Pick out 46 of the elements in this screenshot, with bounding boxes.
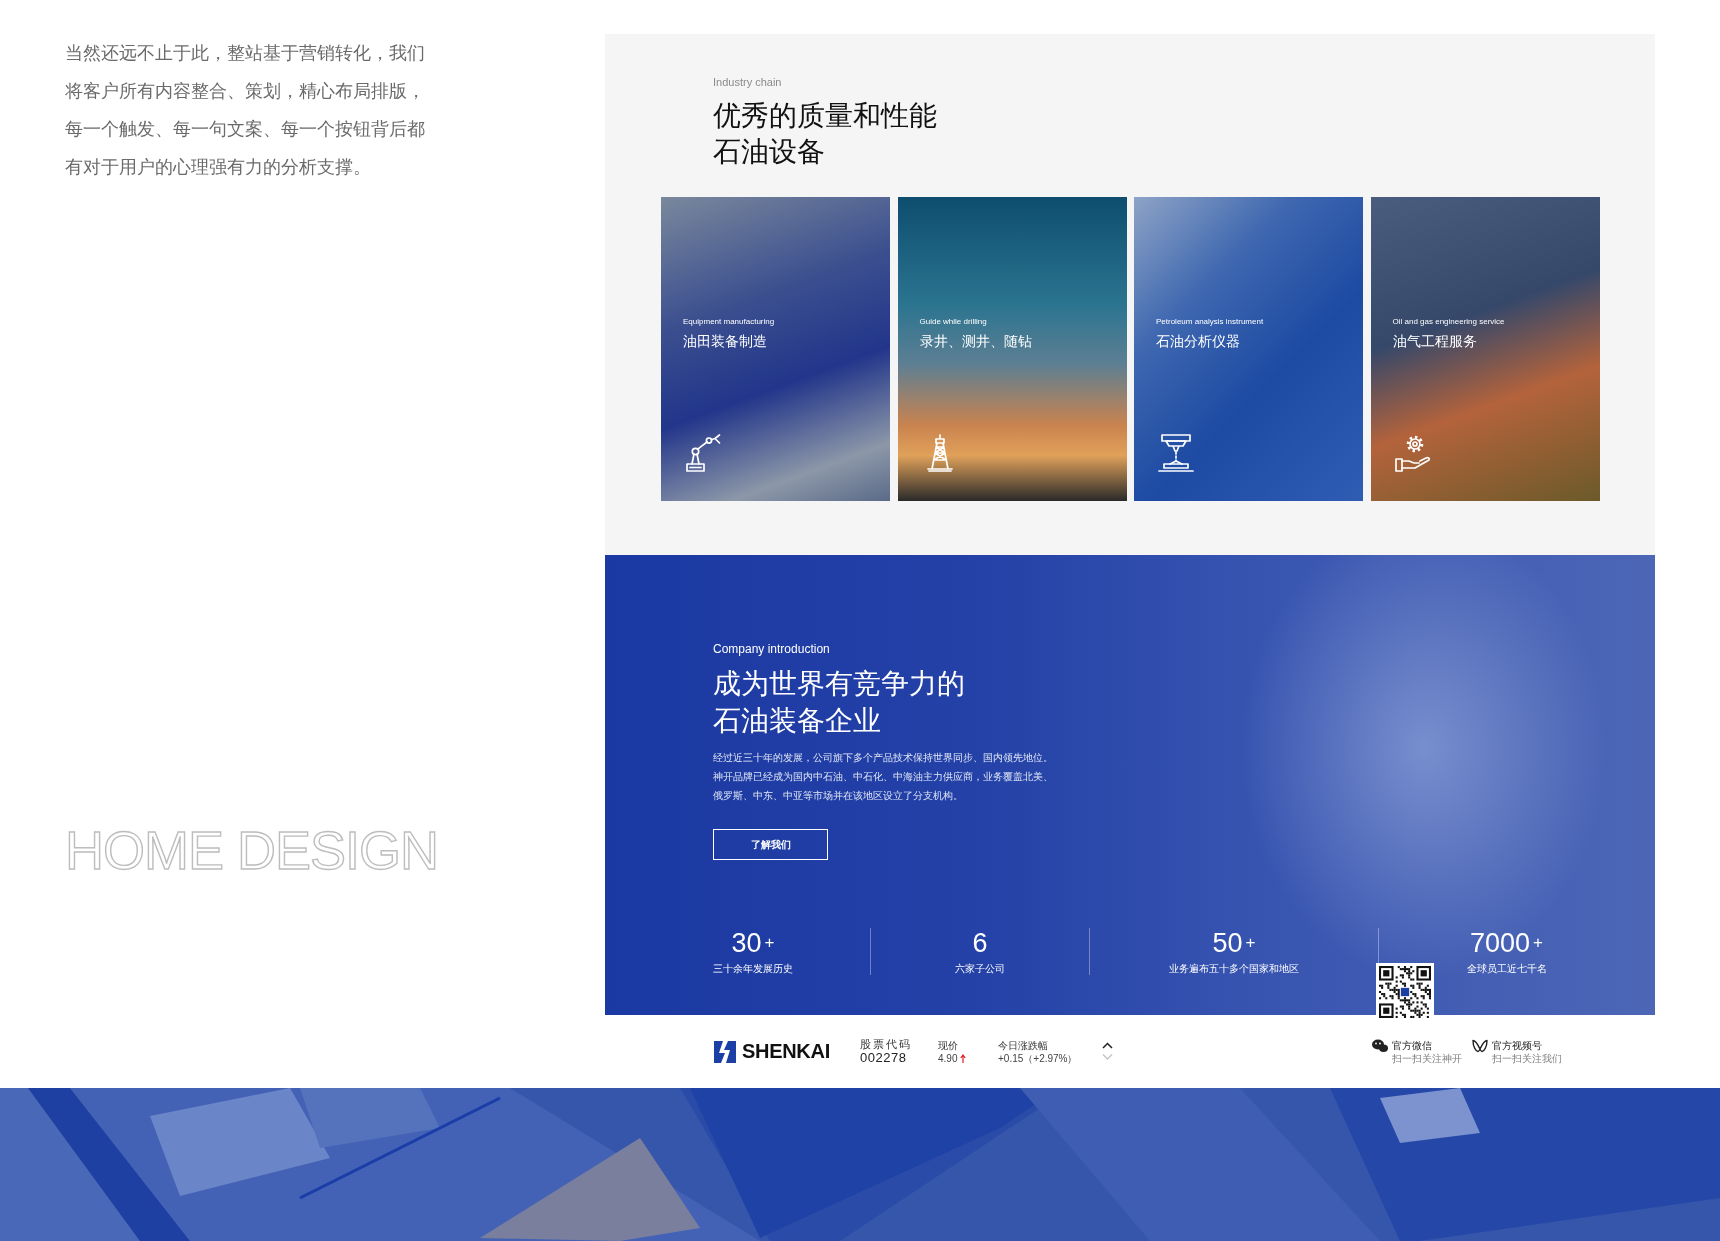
- stat-label: 六家子公司: [955, 962, 1005, 975]
- change-label: 今日涨跌幅: [998, 1038, 1048, 1052]
- scroll-up-button[interactable]: [1102, 1042, 1113, 1050]
- hand-gear-icon: [1392, 433, 1433, 473]
- section-title: 成为世界有竞争力的 石油装备企业: [713, 666, 965, 739]
- card-subtitle: Equipment manufacturing: [683, 317, 775, 327]
- stat-label: 业务遍布五十多个国家和地区: [1169, 962, 1299, 975]
- stat-label: 三十余年发展历史: [713, 962, 793, 975]
- card-subtitle: Petroleum analysis instrument: [1156, 317, 1264, 327]
- card-subtitle: Guide while drilling: [919, 317, 987, 327]
- robot-arm-icon: [683, 433, 723, 473]
- stat-value: 30$^{+}$: [731, 928, 775, 958]
- card-title: 石油分析仪器: [1156, 332, 1240, 350]
- laser-machine-icon: [1156, 433, 1196, 473]
- butterfly-icon: [1472, 1038, 1488, 1053]
- showcase-title: HOME DESIGN: [65, 823, 439, 877]
- card-title: 录井、测井、随钻: [919, 332, 1032, 350]
- social-link[interactable]: 官方微信 扫一扫关注神开: [1372, 1038, 1462, 1065]
- intro-paragraph: 当然还远不止于此，整站基于营销转化，我们 将客户所有内容整合、策划，精心布局排版， 每一个触发、每一句文案、每一个按钮背后都 有对于用户的心理强有力的分析支撑。: [65, 41, 425, 179]
- stat-value: 6: [972, 928, 988, 958]
- stock-code: 002278: [860, 1051, 907, 1065]
- stat-label: 全球员工近七千名: [1466, 962, 1547, 975]
- learn-more-button[interactable]: 了解我们: [713, 829, 828, 860]
- chat-bubbles-icon: [1372, 1038, 1388, 1053]
- section-eyebrow: Company introduction: [713, 641, 830, 657]
- product-card[interactable]: Petroleum analysis instrument 石油分析仪器: [1134, 197, 1363, 501]
- stat-value: 50$^{+}$: [1212, 928, 1256, 958]
- section-title: 优秀的质量和性能 石油设备: [713, 98, 937, 170]
- price-value: 4.90: [938, 1051, 958, 1065]
- stock-code-label: 股票代码: [860, 1038, 912, 1051]
- company-description: 经过近三十年的发展，公司旗下多个产品技术保持世界同步、国内领先地位。 神开品牌已经成为国内中石油、中石化、中海油主力供应商，业务覆盖北美、 俄罗斯、中东、中亚等市场并在该地区设立了分支机构。: [713, 751, 1053, 803]
- brand-name[interactable]: SHENKAI: [742, 1040, 830, 1063]
- product-card[interactable]: Guide while drilling 录井、测井、随钻: [897, 197, 1127, 501]
- card-subtitle: Oil and gas engineering service: [1392, 317, 1505, 327]
- product-card[interactable]: Equipment manufacturing 油田装备制造: [661, 197, 890, 501]
- stat-value: 7000$^{+}$: [1470, 928, 1543, 958]
- chevron-down-icon: [1102, 1053, 1113, 1061]
- card-title: 油田装备制造: [683, 332, 767, 350]
- logo-icon: [714, 1040, 736, 1063]
- social-link[interactable]: 官方视频号 扫一扫关注我们: [1472, 1038, 1562, 1065]
- card-title: 油气工程服务: [1392, 332, 1477, 350]
- chevron-up-icon: [1102, 1042, 1113, 1050]
- product-card[interactable]: Oil and gas engineering service 油气工程服务: [1370, 197, 1600, 501]
- price-label: 现价: [938, 1038, 958, 1052]
- change-value: +0.15（+2.97%）: [998, 1051, 1078, 1065]
- section-eyebrow: Industry chain: [713, 75, 782, 89]
